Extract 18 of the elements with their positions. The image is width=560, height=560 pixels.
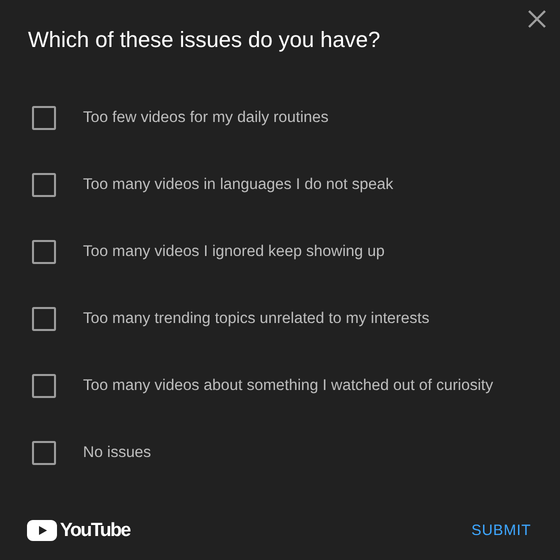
option-label: Too many videos I ignored keep showing up xyxy=(83,242,385,262)
close-icon xyxy=(527,9,547,29)
option-label: Too many videos about something I watched out of curiosity xyxy=(83,376,494,396)
checkbox[interactable] xyxy=(32,172,56,196)
checkbox[interactable] xyxy=(32,240,56,264)
checkbox[interactable] xyxy=(32,374,56,398)
logo-text: YouTube xyxy=(60,518,130,542)
option-label: Too many trending topics unrelated to my interests xyxy=(83,308,430,329)
checkbox[interactable] xyxy=(32,106,56,130)
dialog-title: Which of these issues do you have? xyxy=(28,26,382,54)
option-label: Too few videos for my daily routines xyxy=(83,108,329,128)
submit-button[interactable]: SUBMIT xyxy=(469,514,533,548)
option-label: No issues xyxy=(83,442,152,463)
close-button[interactable] xyxy=(526,8,548,30)
play-icon xyxy=(27,520,57,542)
checkbox[interactable] xyxy=(32,440,56,464)
option-label: Too many videos in languages I do not speak xyxy=(83,174,394,195)
checkbox[interactable] xyxy=(32,306,56,330)
